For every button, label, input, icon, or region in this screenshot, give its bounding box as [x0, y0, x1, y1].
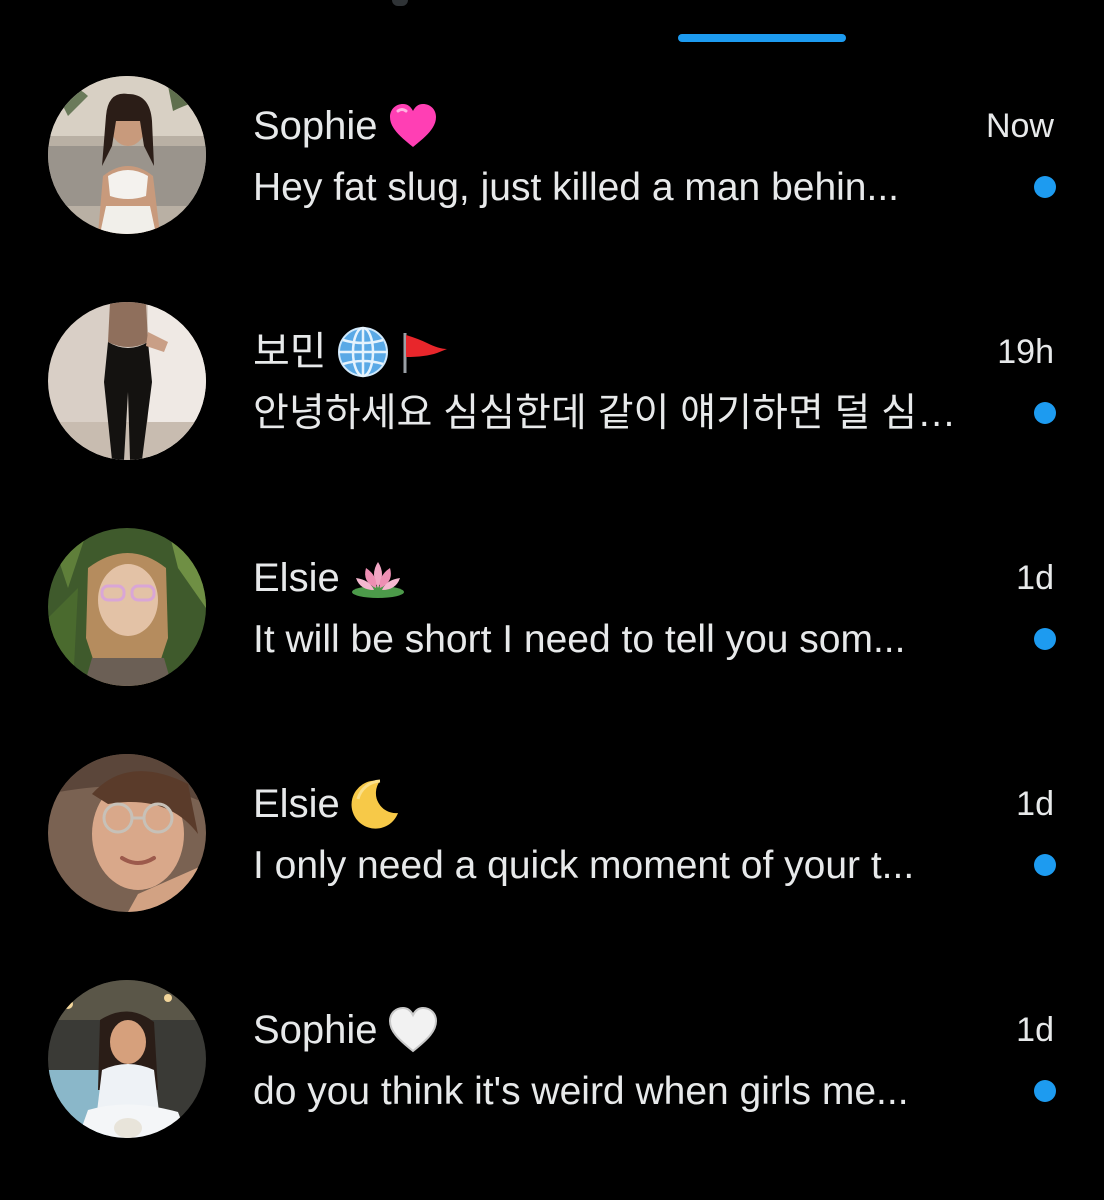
avatar[interactable]: [48, 754, 206, 912]
avatar[interactable]: [48, 76, 206, 234]
message-preview: 안녕하세요 심심한데 같이 얘기하면 덜 심…: [253, 392, 957, 435]
conversation-time: 19h: [997, 333, 1054, 371]
conversation-row[interactable]: Sophie 1d do you think it's weird when g…: [0, 964, 1104, 1190]
avatar[interactable]: [48, 302, 206, 460]
unread-indicator: [1034, 628, 1056, 650]
conversation-row[interactable]: Elsie 1d It will be short I need to tell…: [0, 512, 1104, 738]
conversation-name-line: Sophie: [253, 100, 438, 152]
active-tab-indicator: [678, 34, 846, 42]
unread-indicator: [1034, 854, 1056, 876]
conversation-name-line: 보민: [253, 326, 449, 378]
conversation-list: Sophie Now Hey fat slug, just killed a m…: [0, 60, 1104, 1190]
conversation-time: 1d: [1016, 785, 1054, 823]
crescent-moon-icon: [350, 779, 400, 829]
tab-edge: [392, 0, 408, 6]
message-preview: I only need a quick moment of your t...: [253, 844, 915, 887]
conversation-name: Elsie: [253, 782, 340, 826]
pink-heart-icon: [388, 103, 438, 149]
conversation-time: 1d: [1016, 1011, 1054, 1049]
red-flag-icon: [399, 329, 449, 375]
conversation-row[interactable]: Elsie 1d I only need a quick moment of y…: [0, 738, 1104, 964]
conversation-row[interactable]: Sophie Now Hey fat slug, just killed a m…: [0, 60, 1104, 286]
conversation-row[interactable]: 보민 19h 안녕하세요 심심한데 같이 얘기하면 덜 심…: [0, 286, 1104, 512]
unread-indicator: [1034, 1080, 1056, 1102]
conversation-time: Now: [985, 107, 1054, 145]
message-preview: do you think it's weird when girls me...: [253, 1070, 909, 1113]
avatar[interactable]: [48, 528, 206, 686]
globe-icon: [337, 326, 389, 378]
avatar[interactable]: [48, 980, 206, 1138]
message-preview: It will be short I need to tell you som.…: [253, 618, 906, 661]
conversation-name: Elsie: [253, 556, 340, 600]
unread-indicator: [1034, 402, 1056, 424]
message-preview: Hey fat slug, just killed a man behin...: [253, 166, 899, 209]
conversation-name-line: Elsie: [253, 552, 406, 604]
white-heart-icon: [388, 1007, 438, 1053]
conversation-name: 보민: [253, 330, 327, 374]
conversation-name-line: Elsie: [253, 778, 400, 830]
conversation-time: 1d: [1016, 559, 1054, 597]
conversation-name-line: Sophie: [253, 1004, 438, 1056]
lotus-icon: [350, 558, 406, 598]
conversation-name: Sophie: [253, 104, 378, 148]
conversation-name: Sophie: [253, 1008, 378, 1052]
unread-indicator: [1034, 176, 1056, 198]
